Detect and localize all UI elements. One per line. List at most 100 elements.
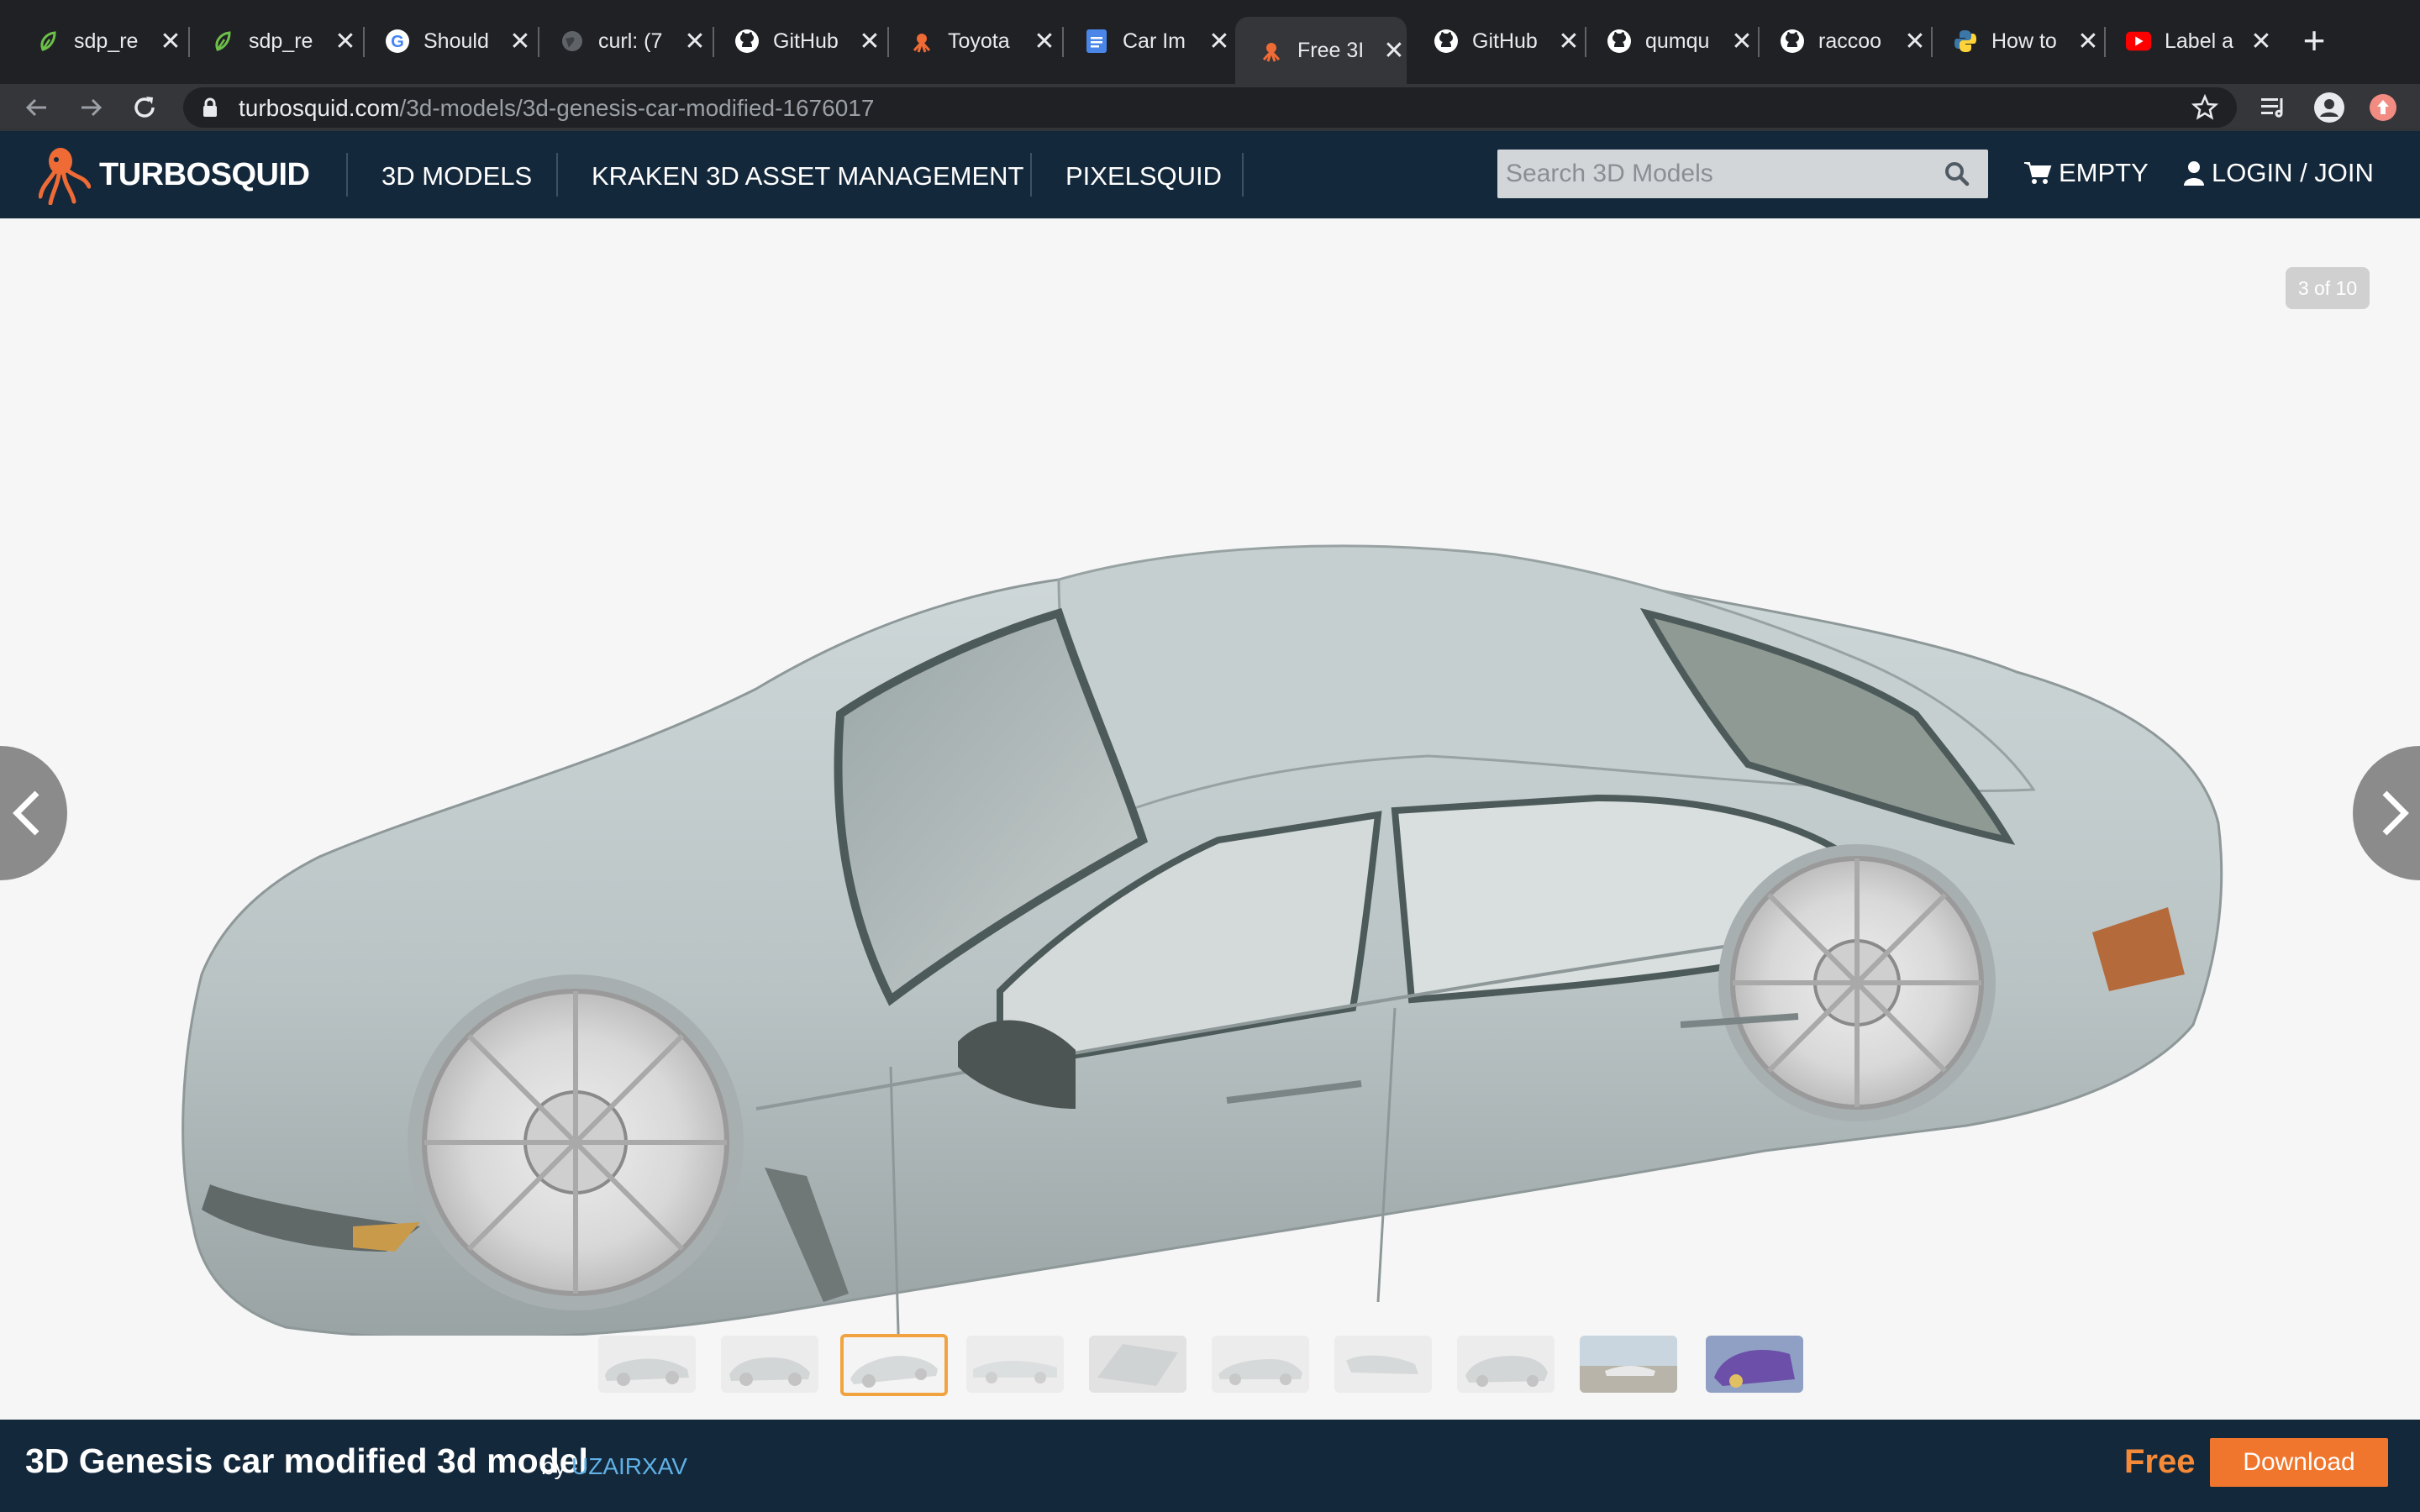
turbosquid-icon — [909, 29, 934, 54]
download-button[interactable]: Download — [2210, 1438, 2388, 1487]
nav-kraken[interactable]: KRAKEN 3D ASSET MANAGEMENT — [592, 161, 1024, 192]
tab-close-icon[interactable]: ✕ — [1381, 36, 1407, 66]
site-header: TURBOSQUID 3D MODELS KRAKEN 3D ASSET MAN… — [0, 131, 2420, 218]
car-thumbnail-image — [973, 1360, 1057, 1383]
tab-close-icon[interactable]: ✕ — [1729, 27, 1754, 56]
cart-button[interactable]: EMPTY — [2023, 158, 2149, 188]
car-thumbnail-image — [1465, 1356, 1548, 1387]
tab-close-icon[interactable]: ✕ — [158, 27, 183, 56]
bookmark-star-icon[interactable] — [2191, 93, 2219, 125]
login-join-button[interactable]: LOGIN / JOIN — [2183, 158, 2374, 188]
car-thumbnail-image — [1089, 1336, 1186, 1393]
address-bar[interactable]: turbosquid.com/3d-models/3d-genesis-car-… — [183, 87, 2237, 128]
github-icon — [734, 29, 760, 54]
browser-tab[interactable]: Toyota ✕ — [886, 17, 1057, 66]
tab-close-icon[interactable]: ✕ — [682, 27, 708, 56]
browser-tab[interactable]: GitHub ✕ — [711, 17, 882, 66]
reload-icon — [134, 97, 155, 118]
browser-tab[interactable]: How to ✕ — [1929, 17, 2101, 66]
docs-icon — [1084, 29, 1109, 54]
tab-close-icon[interactable]: ✕ — [1032, 27, 1057, 56]
thumbnail[interactable] — [1334, 1336, 1432, 1393]
turbosquid-icon — [1259, 38, 1284, 63]
url-path: /3d-models/3d-genesis-car-modified-16760… — [399, 95, 875, 121]
google-icon: G — [385, 29, 410, 54]
nav-3d-models[interactable]: 3D MODELS — [381, 161, 532, 192]
by-label: by — [541, 1453, 566, 1479]
tab-close-icon[interactable]: ✕ — [2075, 27, 2101, 56]
search-input[interactable] — [1506, 156, 1926, 192]
back-arrow-icon — [25, 98, 46, 117]
tab-close-icon[interactable]: ✕ — [857, 27, 882, 56]
turbosquid-logo[interactable]: TURBOSQUID — [39, 144, 310, 205]
car-thumbnail-image — [1218, 1359, 1302, 1385]
thumbnail[interactable] — [1457, 1336, 1555, 1393]
thumbnail[interactable] — [598, 1336, 696, 1393]
update-button[interactable] — [2363, 84, 2403, 131]
model-viewer[interactable]: 3 of 10 — [0, 218, 2420, 1420]
car-thumbnail-image — [605, 1358, 689, 1386]
cart-label: EMPTY — [2059, 158, 2149, 187]
url-host: turbosquid.com — [239, 95, 400, 121]
python-icon — [1953, 29, 1978, 54]
nav-pixelsquid[interactable]: PIXELSQUID — [1065, 161, 1222, 192]
car-render-image — [182, 544, 2223, 1336]
thumbnail[interactable] — [721, 1336, 818, 1393]
user-icon — [2184, 161, 2204, 186]
tab-close-icon[interactable]: ✕ — [1207, 27, 1232, 56]
tab-close-icon[interactable]: ✕ — [1902, 27, 1928, 56]
reload-button[interactable] — [124, 84, 165, 131]
profile-button[interactable] — [2309, 84, 2349, 131]
product-title: 3D Genesis car modified 3d model — [25, 1441, 588, 1480]
back-button[interactable] — [17, 84, 57, 131]
nav-divider — [1030, 153, 1032, 197]
car-thumbnail-image — [1346, 1355, 1418, 1374]
author-link[interactable]: UZAIRXAV — [571, 1453, 687, 1480]
thumbnail-selected[interactable] — [840, 1334, 948, 1396]
chevron-right-icon — [2382, 790, 2409, 836]
profile-avatar-icon — [2314, 92, 2344, 123]
thumbnail[interactable] — [1089, 1336, 1186, 1393]
browser-tab-active[interactable]: Free 3I ✕ — [1235, 17, 1407, 84]
browser-tab[interactable]: Label a ✕ — [2102, 17, 2274, 66]
thumbnail[interactable] — [1212, 1336, 1309, 1393]
forward-arrow-icon — [82, 98, 103, 117]
car-thumbnail-image — [1580, 1336, 1677, 1393]
browser-tab[interactable]: G Should ✕ — [361, 17, 533, 66]
thumbnail-strip — [0, 1334, 2420, 1403]
globe-icon — [560, 29, 585, 54]
thumbnail[interactable] — [966, 1336, 1064, 1393]
nav-divider — [346, 153, 348, 197]
browser-tab-strip: sdp_re ✕ sdp_re ✕ G Should ✕ curl: (7 ✕ … — [0, 0, 2420, 84]
shopping-cart-icon — [2024, 162, 2052, 184]
new-tab-button[interactable]: + — [2296, 21, 2333, 60]
reading-list-icon — [2261, 98, 2283, 118]
squid-logo-icon — [39, 148, 91, 205]
leaf-icon — [35, 29, 60, 54]
thumbnail[interactable] — [1580, 1336, 1677, 1393]
browser-tab[interactable]: sdp_re ✕ — [187, 17, 358, 66]
github-icon — [1607, 29, 1632, 54]
browser-tab[interactable]: qumqu ✕ — [1583, 17, 1754, 66]
browser-tab[interactable]: sdp_re ✕ — [12, 17, 183, 66]
chevron-left-icon — [13, 790, 39, 836]
youtube-icon — [2126, 29, 2151, 54]
tab-close-icon[interactable]: ✕ — [508, 27, 533, 56]
browser-tab[interactable]: curl: (7 ✕ — [536, 17, 708, 66]
car-thumbnail-image — [1706, 1336, 1803, 1393]
nav-divider — [1242, 153, 1244, 197]
reading-list-button[interactable] — [2254, 84, 2294, 131]
search-icon[interactable] — [1944, 161, 1970, 191]
lock-icon — [202, 97, 218, 122]
tab-close-icon[interactable]: ✕ — [1556, 27, 1581, 56]
tab-close-icon[interactable]: ✕ — [333, 27, 358, 56]
forward-button[interactable] — [71, 84, 111, 131]
browser-tab[interactable]: Car Im ✕ — [1060, 17, 1232, 66]
browser-tab[interactable]: GitHub ✕ — [1410, 17, 1581, 66]
browser-tab[interactable]: raccoo ✕ — [1756, 17, 1928, 66]
thumbnail[interactable] — [1706, 1336, 1803, 1393]
search-box — [1497, 150, 1988, 198]
logo-text: TURBOSQUID — [99, 156, 310, 192]
tab-close-icon[interactable]: ✕ — [2249, 27, 2274, 56]
car-thumbnail-image — [850, 1356, 938, 1388]
